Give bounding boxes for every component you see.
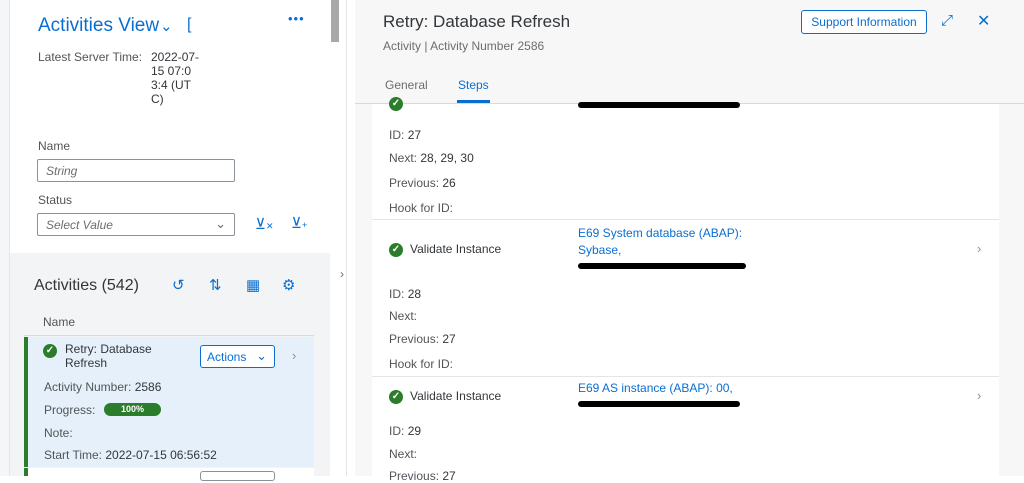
view-title[interactable]: Activities View <box>38 15 159 37</box>
name-filter-input[interactable]: String <box>37 159 235 182</box>
redacted-text <box>578 401 740 407</box>
left-gutter <box>0 0 10 476</box>
server-time-label: Latest Server Time: <box>38 50 143 64</box>
fullscreen-icon[interactable]: ⤢ <box>941 12 953 29</box>
step-previous-field: Previous: 27 <box>389 469 456 483</box>
server-time-value: 2022-07-15 07:03:4 (UTC) <box>151 50 200 106</box>
status-filter-select[interactable]: Select Value ⌄ <box>37 213 235 236</box>
scrollbar-thumb[interactable] <box>331 0 339 42</box>
export-icon[interactable]: ↺ <box>172 276 185 294</box>
redacted-text <box>578 263 746 269</box>
start-time-label: Start Time: <box>44 448 103 462</box>
success-icon: ✓ <box>389 243 403 257</box>
sort-icon[interactable]: ⇅ <box>209 276 222 294</box>
collapse-arrow-icon[interactable]: › <box>340 267 344 281</box>
step-id-field: ID: 28 <box>389 287 422 301</box>
view-variant: [ <box>187 16 192 33</box>
add-filter-icon[interactable]: ⊻+ <box>291 214 307 232</box>
success-icon: ✓ <box>43 344 57 358</box>
start-time-field: Start Time: 2022-07-15 06:56:52 <box>44 448 217 462</box>
table-settings-icon[interactable]: ▦ <box>246 276 260 294</box>
success-icon: ✓ <box>389 97 403 111</box>
step-name[interactable]: Validate Instance <box>410 389 501 403</box>
activities-list-title: Activities (542) <box>34 277 139 294</box>
support-information-button[interactable]: Support Information <box>801 10 927 34</box>
status-filter-label: Status <box>38 193 73 207</box>
close-icon[interactable]: ✕ <box>977 11 990 31</box>
step-previous-field: Previous: 27 <box>389 332 456 346</box>
chevron-right-icon[interactable]: › <box>977 241 981 256</box>
note-label: Note: <box>44 426 73 440</box>
step-id-field: ID: 27 <box>389 128 422 142</box>
column-header-name: Name <box>43 315 76 329</box>
step-hook-field: Hook for ID: <box>389 201 454 215</box>
activity-number-value: 2586 <box>134 380 162 394</box>
progress-indicator: 100% <box>104 403 161 416</box>
activity-number-field: Activity Number: 2586 <box>44 380 161 394</box>
tab-general[interactable]: General <box>385 78 428 92</box>
list-item-title: Retry: Database Refresh <box>65 342 152 370</box>
step-hook-field: Hook for ID: <box>389 357 454 371</box>
step-previous-field: Previous: 26 <box>389 176 456 190</box>
actions-button[interactable]: Actions ⌄ <box>200 345 275 368</box>
success-icon: ✓ <box>389 390 403 404</box>
step-next-field: Next: 28, 29, 30 <box>389 151 474 165</box>
gear-icon[interactable]: ⚙ <box>282 276 295 294</box>
page-subtitle: Activity | Activity Number 2586 <box>383 39 545 53</box>
start-time-value: 2022-07-15 06:56:52 <box>105 448 217 462</box>
step-name[interactable]: Validate Instance <box>410 242 501 256</box>
step-next-field: Next: <box>389 309 418 323</box>
name-filter-label: Name <box>38 139 71 153</box>
step-target-link[interactable]: E69 System database (ABAP): Sybase, <box>578 225 768 259</box>
chevron-down-icon: ⌄ <box>215 216 226 231</box>
redacted-text <box>578 102 740 108</box>
step-divider <box>372 376 999 377</box>
chevron-right-icon[interactable]: › <box>292 348 296 363</box>
step-divider <box>372 219 999 220</box>
actions-button-label: Actions <box>207 350 247 364</box>
overflow-icon[interactable]: ••• <box>288 11 305 26</box>
progress-label: Progress: <box>44 403 96 417</box>
actions-button[interactable] <box>200 471 275 481</box>
splitter-line <box>346 0 347 476</box>
chevron-down-icon[interactable]: ⌄ <box>160 17 173 35</box>
page-title: Retry: Database Refresh <box>383 12 571 31</box>
chevron-down-icon: ⌄ <box>256 348 267 363</box>
step-next-field: Next: <box>389 447 418 461</box>
activity-number-label: Activity Number: <box>44 380 132 394</box>
step-target-link[interactable]: E69 AS instance (ABAP): 00, <box>578 380 768 397</box>
clear-filter-icon[interactable]: ⊻✕ <box>255 215 274 233</box>
tab-steps[interactable]: Steps <box>458 78 489 92</box>
step-id-field: ID: 29 <box>389 424 422 438</box>
status-filter-placeholder: Select Value <box>46 218 113 232</box>
column-header[interactable]: Name <box>24 308 314 336</box>
chevron-right-icon[interactable]: › <box>977 388 981 403</box>
